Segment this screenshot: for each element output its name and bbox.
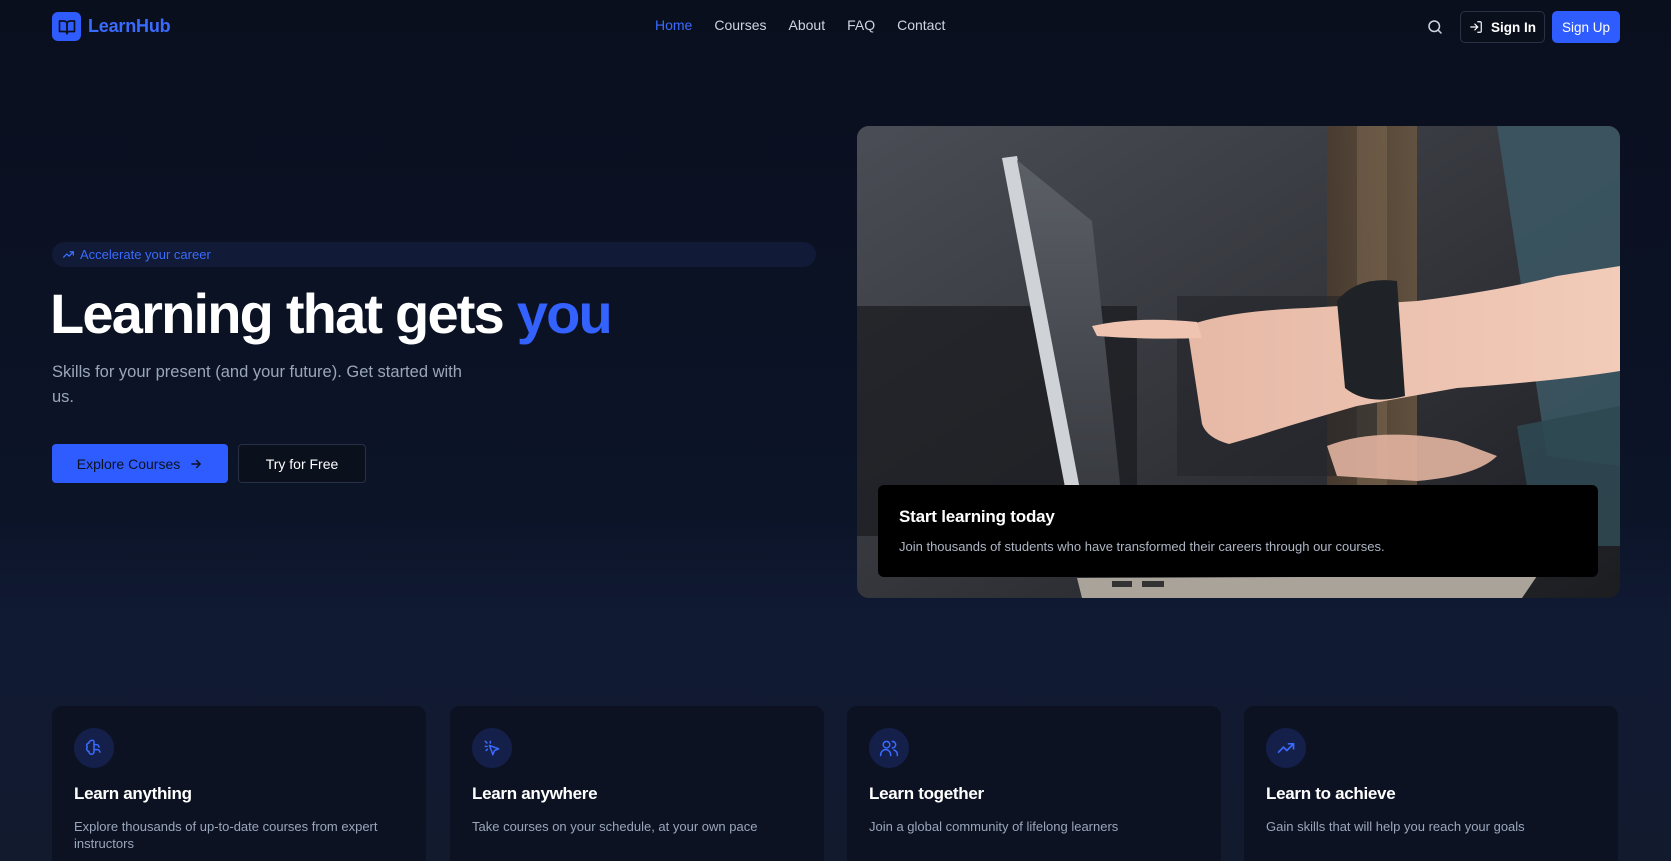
explore-courses-button[interactable]: Explore Courses — [52, 444, 228, 483]
log-in-icon — [1470, 21, 1482, 33]
pointer-click-icon — [472, 728, 512, 768]
sign-up-button[interactable]: Sign Up — [1552, 11, 1620, 43]
feature-description: Gain skills that will help you reach you… — [1266, 819, 1525, 834]
hero-image: Start learning today Join thousands of s… — [857, 126, 1620, 598]
brain-icon — [74, 728, 114, 768]
hero-badge: Accelerate your career — [52, 242, 816, 267]
feature-card-learn-anything: Learn anything Explore thousands of up-t… — [52, 706, 426, 861]
feature-card-learn-to-achieve: Learn to achieve Gain skills that will h… — [1244, 706, 1618, 861]
trending-up-icon — [62, 251, 75, 258]
brand-logo[interactable]: LearnHub — [52, 12, 171, 41]
search-button[interactable] — [1424, 16, 1446, 38]
main-nav: Home Courses About FAQ Contact — [655, 17, 945, 33]
image-caption-card: Start learning today Join thousands of s… — [878, 485, 1598, 577]
feature-description: Take courses on your schedule, at your o… — [472, 819, 758, 834]
feature-title: Learn anywhere — [472, 784, 598, 803]
explore-courses-label: Explore Courses — [76, 455, 181, 472]
image-caption-title: Start learning today — [899, 507, 1055, 526]
feature-title: Learn to achieve — [1266, 784, 1396, 803]
sign-in-button[interactable]: Sign In — [1460, 11, 1545, 43]
image-caption-text: Join thousands of students who have tran… — [899, 539, 1385, 554]
hero-subtitle: Skills for your present (and your future… — [52, 363, 462, 406]
nav-link-contact[interactable]: Contact — [897, 17, 945, 33]
feature-description: Join a global community of lifelong lear… — [869, 819, 1119, 834]
hero-title-accent: you — [516, 282, 613, 345]
feature-title: Learn together — [869, 784, 984, 803]
feature-title: Learn anything — [74, 784, 192, 803]
feature-card-learn-anywhere: Learn anywhere Take courses on your sche… — [450, 706, 824, 861]
nav-link-home[interactable]: Home — [655, 17, 692, 33]
book-open-icon — [52, 12, 81, 41]
arrow-right-icon — [191, 459, 202, 468]
feature-description: Explore thousands of up-to-date courses … — [74, 819, 378, 851]
feature-card-learn-together: Learn together Join a global community o… — [847, 706, 1221, 861]
sign-in-label: Sign In — [1491, 19, 1536, 35]
nav-link-about[interactable]: About — [789, 17, 826, 33]
hero-title-main: Learning that gets — [50, 282, 517, 345]
nav-link-faq[interactable]: FAQ — [847, 17, 875, 33]
users-icon — [869, 728, 909, 768]
search-icon — [1428, 20, 1442, 34]
brand-name: LearnHub — [88, 16, 171, 36]
hero-title: Learning that gets you — [50, 282, 613, 346]
trending-up-icon — [1266, 728, 1306, 768]
nav-link-courses[interactable]: Courses — [714, 17, 766, 33]
try-for-free-button[interactable]: Try for Free — [238, 444, 366, 483]
hero-badge-label: Accelerate your career — [80, 247, 211, 262]
top-navbar: LearnHub Home Courses About FAQ Contact … — [0, 0, 1671, 54]
